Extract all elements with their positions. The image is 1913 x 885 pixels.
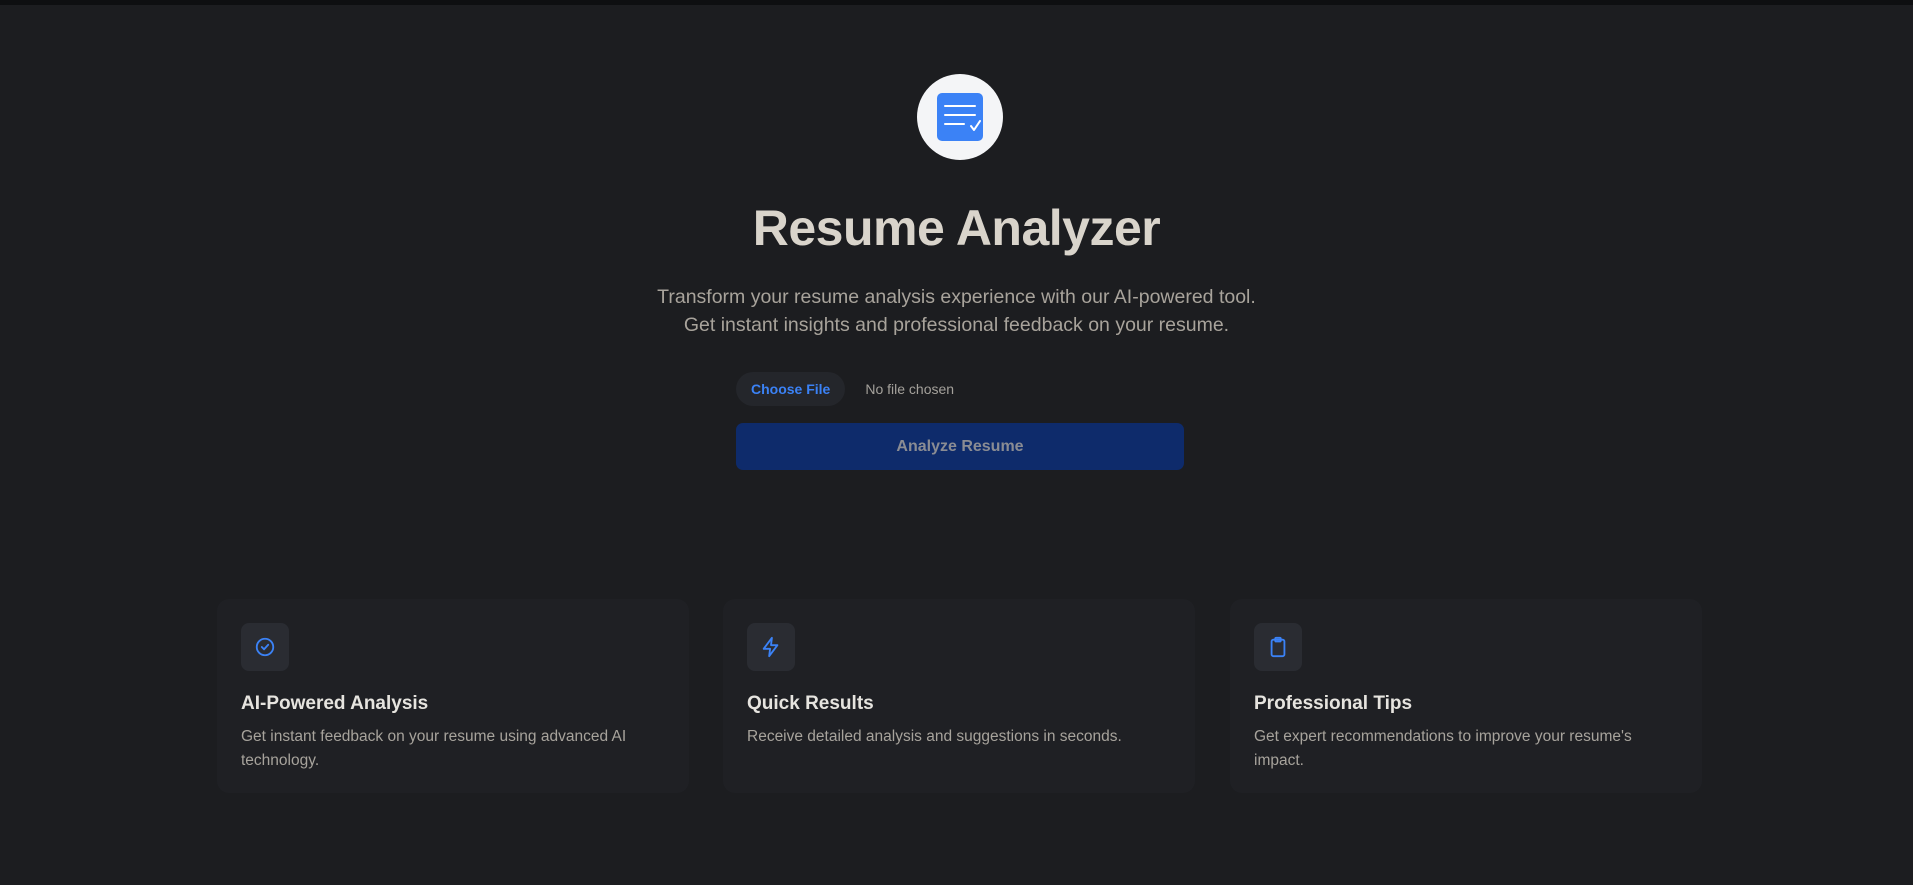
file-input[interactable]: Choose File No file chosen <box>736 371 954 407</box>
choose-file-button[interactable]: Choose File <box>736 372 846 406</box>
subtitle-line: Get instant insights and professional fe… <box>683 314 1230 336</box>
feature-description: Get expert recommendations to improve yo… <box>1254 728 1632 769</box>
feature-title: Professional Tips <box>1254 693 1413 714</box>
feature-card-professional-tips: Professional Tips Get expert recommendat… <box>1230 599 1702 793</box>
file-status: No file chosen <box>865 381 955 397</box>
logo <box>917 74 1003 160</box>
page-title: Resume Analyzer <box>752 200 1161 256</box>
feature-card-quick-results: Quick Results Receive detailed analysis … <box>723 599 1195 793</box>
document-check-icon <box>936 92 984 142</box>
feature-card-ai-analysis: AI-Powered Analysis Get instant feedback… <box>217 599 689 793</box>
page-subtitle: Transform your resume analysis experienc… <box>0 283 1913 339</box>
feature-description: Get instant feedback on your resume usin… <box>241 728 627 769</box>
clipboard-icon <box>1254 623 1302 671</box>
feature-title: AI-Powered Analysis <box>241 693 429 714</box>
check-circle-icon <box>241 623 289 671</box>
analyze-resume-button[interactable]: Analyze Resume <box>736 423 1184 470</box>
page: Resume Analyzer Transform your resume an… <box>0 0 1913 885</box>
feature-description: Receive detailed analysis and suggestion… <box>747 728 1122 745</box>
subtitle-line: Transform your resume analysis experienc… <box>657 286 1256 308</box>
feature-title: Quick Results <box>747 693 874 714</box>
lightning-bolt-icon <box>747 623 795 671</box>
